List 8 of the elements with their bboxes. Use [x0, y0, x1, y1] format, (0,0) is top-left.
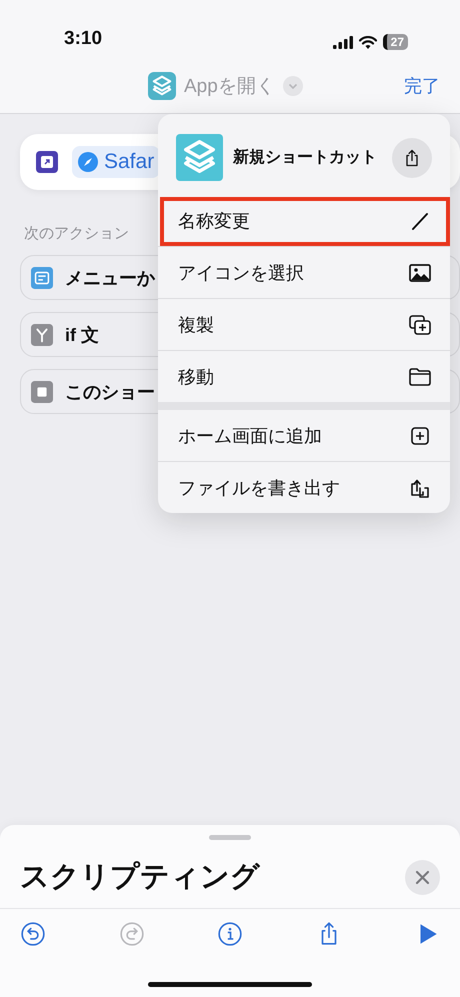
action-label: このショー [65, 380, 155, 404]
action-label: if 文 [65, 324, 99, 346]
shortcut-name: 新規ショートカット [233, 147, 378, 168]
action-label: メニューか [65, 266, 155, 290]
battery-level: 27 [382, 34, 408, 50]
sheet-title: スクリプティング [20, 860, 260, 895]
status-time: 3:10 [64, 28, 102, 50]
section-heading: 次のアクション [24, 224, 130, 243]
